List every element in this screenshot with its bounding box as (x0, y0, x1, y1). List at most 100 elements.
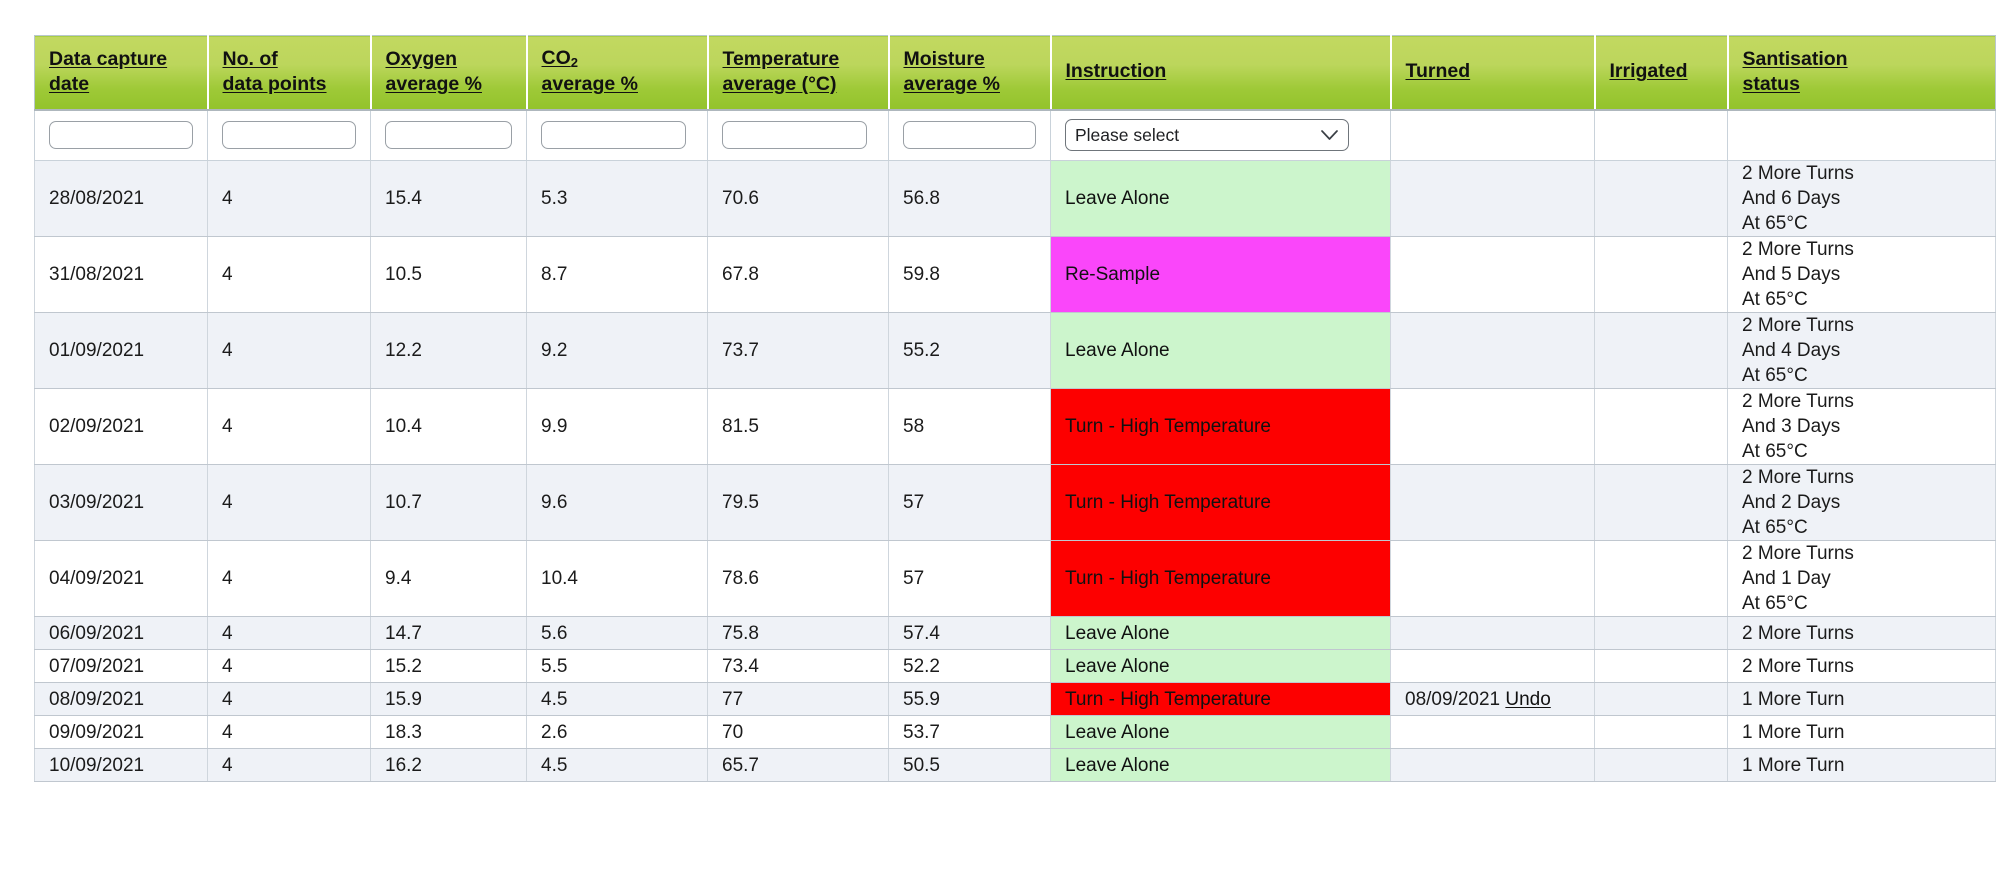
column-header-moisture[interactable]: Moisture average % (888, 35, 1052, 111)
sort-link-points[interactable]: No. of data points (223, 48, 327, 95)
co2-suffix: average % (541, 73, 638, 95)
cell-instruction[interactable]: Turn - High Temperature (1050, 540, 1391, 617)
cell-co2: 9.9 (526, 388, 708, 465)
sort-link-moisture[interactable]: Moisture average % (904, 48, 1000, 95)
cell-oxygen: 10.7 (370, 464, 527, 541)
cell-instruction[interactable]: Leave Alone (1050, 649, 1391, 683)
cell-moisture: 55.9 (888, 682, 1051, 716)
cell-sanitisation-status: 2 More Turns And 5 Days At 65°C (1727, 236, 1996, 313)
cell-moisture: 57.4 (888, 616, 1051, 650)
column-header-irrigated[interactable]: Irrigated (1594, 35, 1729, 111)
column-header-co2[interactable]: CO2 average % (526, 35, 709, 111)
cell-date: 31/08/2021 (34, 236, 208, 313)
instruction-select[interactable]: Please select (1065, 119, 1349, 151)
cell-temperature: 67.8 (707, 236, 889, 313)
cell-points: 4 (207, 160, 371, 237)
column-header-instruction[interactable]: Instruction (1050, 35, 1392, 111)
filter-input-co2[interactable] (541, 121, 686, 149)
cell-instruction[interactable]: Re-Sample (1050, 236, 1391, 313)
undo-link[interactable]: Undo (1505, 689, 1550, 710)
cell-temperature: 73.7 (707, 312, 889, 389)
cell-moisture: 50.5 (888, 748, 1051, 782)
cell-date: 10/09/2021 (34, 748, 208, 782)
column-header-date[interactable]: Data capture date (34, 35, 209, 111)
co2-prefix: CO (541, 47, 571, 69)
cell-instruction[interactable]: Leave Alone (1050, 616, 1391, 650)
co2-subscript: 2 (570, 55, 578, 70)
cell-temperature: 73.4 (707, 649, 889, 683)
cell-date: 08/09/2021 (34, 682, 208, 716)
cell-sanitisation-status: 2 More Turns And 4 Days At 65°C (1727, 312, 1996, 389)
column-header-sanitisation[interactable]: Santisation status (1727, 35, 1996, 111)
cell-co2: 5.6 (526, 616, 708, 650)
cell-instruction[interactable]: Leave Alone (1050, 160, 1391, 237)
filter-cell-points (207, 110, 371, 161)
cell-date: 02/09/2021 (34, 388, 208, 465)
cell-co2: 5.3 (526, 160, 708, 237)
cell-oxygen: 12.2 (370, 312, 527, 389)
sort-link-instruction[interactable]: Instruction (1066, 60, 1167, 82)
cell-points: 4 (207, 649, 371, 683)
column-header-temperature[interactable]: Temperature average (°C) (707, 35, 890, 111)
cell-points: 4 (207, 715, 371, 749)
cell-irrigated (1594, 616, 1728, 650)
cell-sanitisation-status: 1 More Turn (1727, 715, 1996, 749)
sort-link-irrigated[interactable]: Irrigated (1610, 60, 1688, 82)
cell-co2: 5.5 (526, 649, 708, 683)
cell-turned: 08/09/2021 Undo (1390, 682, 1595, 716)
filter-input-oxygen[interactable] (385, 121, 512, 149)
cell-instruction[interactable]: Turn - High Temperature (1050, 682, 1391, 716)
cell-instruction[interactable]: Turn - High Temperature (1050, 464, 1391, 541)
filter-input-points[interactable] (222, 121, 356, 149)
table-row: 08/09/2021 4 15.9 4.5 77 55.9 Turn - High Temp… (34, 682, 1996, 716)
filter-input-date[interactable] (49, 121, 193, 149)
cell-turned (1390, 388, 1595, 465)
sort-link-date[interactable]: Data capture date (49, 48, 167, 95)
cell-date: 01/09/2021 (34, 312, 208, 389)
sort-link-sanitisation[interactable]: Santisation status (1743, 48, 1848, 95)
header-row: Data capture date No. of data points Oxy… (34, 35, 1996, 111)
cell-instruction[interactable]: Leave Alone (1050, 312, 1391, 389)
cell-sanitisation-status: 2 More Turns (1727, 616, 1996, 650)
column-header-turned[interactable]: Turned (1390, 35, 1596, 111)
cell-irrigated (1594, 312, 1728, 389)
cell-co2: 8.7 (526, 236, 708, 313)
cell-temperature: 77 (707, 682, 889, 716)
cell-points: 4 (207, 682, 371, 716)
table-row: 31/08/2021 4 10.5 8.7 67.8 59.8 Re-Sample 2 Mor… (34, 236, 1996, 313)
sort-link-turned[interactable]: Turned (1406, 60, 1471, 82)
table-row: 28/08/2021 4 15.4 5.3 70.6 56.8 Leave Alone 2 M… (34, 160, 1996, 237)
column-header-oxygen[interactable]: Oxygen average % (370, 35, 528, 111)
cell-temperature: 65.7 (707, 748, 889, 782)
cell-sanitisation-status: 2 More Turns And 6 Days At 65°C (1727, 160, 1996, 237)
table-row: 07/09/2021 4 15.2 5.5 73.4 52.2 Leave Alone 2 M… (34, 649, 1996, 683)
filter-input-temperature[interactable] (722, 121, 867, 149)
cell-oxygen: 15.2 (370, 649, 527, 683)
cell-sanitisation-status: 1 More Turn (1727, 748, 1996, 782)
data-rows: 28/08/2021 4 15.4 5.3 70.6 56.8 Leave Alone 2 M… (34, 160, 1996, 782)
sort-link-oxygen[interactable]: Oxygen average % (386, 48, 482, 95)
column-header-points[interactable]: No. of data points (207, 35, 372, 111)
cell-instruction[interactable]: Leave Alone (1050, 715, 1391, 749)
cell-turned (1390, 312, 1595, 389)
cell-temperature: 70.6 (707, 160, 889, 237)
cell-instruction[interactable]: Leave Alone (1050, 748, 1391, 782)
table-row: 09/09/2021 4 18.3 2.6 70 53.7 Leave Alone 1 Mor… (34, 715, 1996, 749)
filter-cell-oxygen (370, 110, 527, 161)
sort-link-co2[interactable]: CO2 average % (542, 47, 638, 95)
filter-cell-co2 (526, 110, 708, 161)
filter-input-moisture[interactable] (903, 121, 1036, 149)
instruction-select-wrapper: Please select (1065, 119, 1349, 151)
cell-instruction[interactable]: Turn - High Temperature (1050, 388, 1391, 465)
cell-sanitisation-status: 2 More Turns And 3 Days At 65°C (1727, 388, 1996, 465)
cell-moisture: 55.2 (888, 312, 1051, 389)
cell-moisture: 59.8 (888, 236, 1051, 313)
filter-cell-turned (1390, 110, 1595, 161)
sort-link-temperature[interactable]: Temperature average (°C) (723, 48, 840, 95)
table-body: Please select (34, 110, 1996, 161)
cell-turned (1390, 236, 1595, 313)
cell-co2: 4.5 (526, 682, 708, 716)
filter-cell-temperature (707, 110, 889, 161)
filter-cell-sanitisation (1727, 110, 1996, 161)
cell-sanitisation-status: 2 More Turns (1727, 649, 1996, 683)
